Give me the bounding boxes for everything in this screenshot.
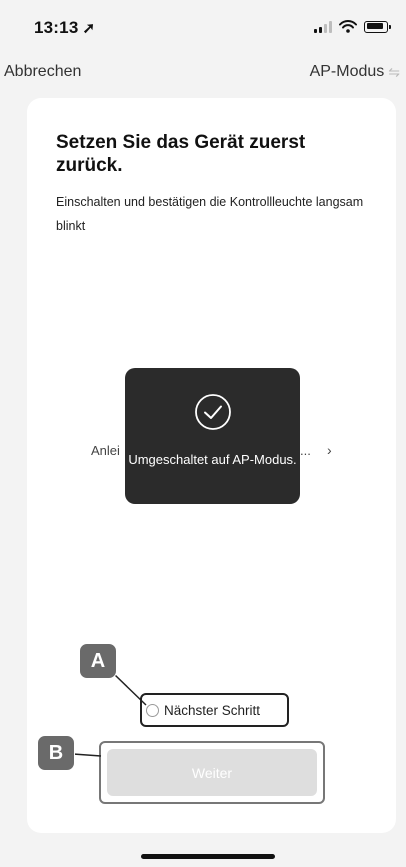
battery-icon [364, 20, 391, 33]
ap-mode-button[interactable]: AP-Modus ⇋ [310, 63, 400, 81]
toast-message: Umgeschaltet auf AP-Modus. [128, 452, 297, 467]
weiter-highlight-frame: Weiter [99, 741, 325, 804]
swap-icon: ⇋ [388, 63, 400, 80]
next-step-label: Nächster Schritt [164, 702, 261, 718]
wifi-icon [339, 20, 357, 33]
check-circle-icon [195, 394, 231, 430]
location-arrow-icon: ➚ [82, 20, 96, 37]
instruction-text: Einschalten und bestätigen die Kontrolll… [56, 195, 364, 233]
signal-icon [314, 20, 332, 33]
cancel-button[interactable]: Abbrechen [4, 63, 81, 81]
callout-badge-a: A [79, 643, 117, 679]
chevron-right-icon[interactable]: › [327, 442, 332, 458]
guide-link-ellipsis: ... [300, 443, 311, 458]
radio-icon[interactable] [146, 703, 159, 717]
status-time: 13:13 ➚ [34, 18, 95, 38]
page-title: Setzen Sie das Gerät zuerst zurück. [56, 132, 306, 176]
home-indicator [141, 854, 275, 859]
next-step-checkbox[interactable]: Nächster Schritt [140, 693, 289, 727]
status-bar: 13:13 ➚ [0, 0, 406, 50]
callout-badge-b: B [37, 735, 75, 771]
guide-link[interactable]: Anlei [91, 443, 120, 458]
status-icons [314, 20, 391, 33]
toast-notification: Umgeschaltet auf AP-Modus. [125, 368, 300, 504]
ap-mode-label: AP-Modus [309, 63, 385, 80]
weiter-button[interactable]: Weiter [107, 749, 317, 796]
nav-bar: Abbrechen AP-Modus ⇋ [0, 56, 406, 92]
status-time-text: 13:13 [34, 18, 79, 37]
